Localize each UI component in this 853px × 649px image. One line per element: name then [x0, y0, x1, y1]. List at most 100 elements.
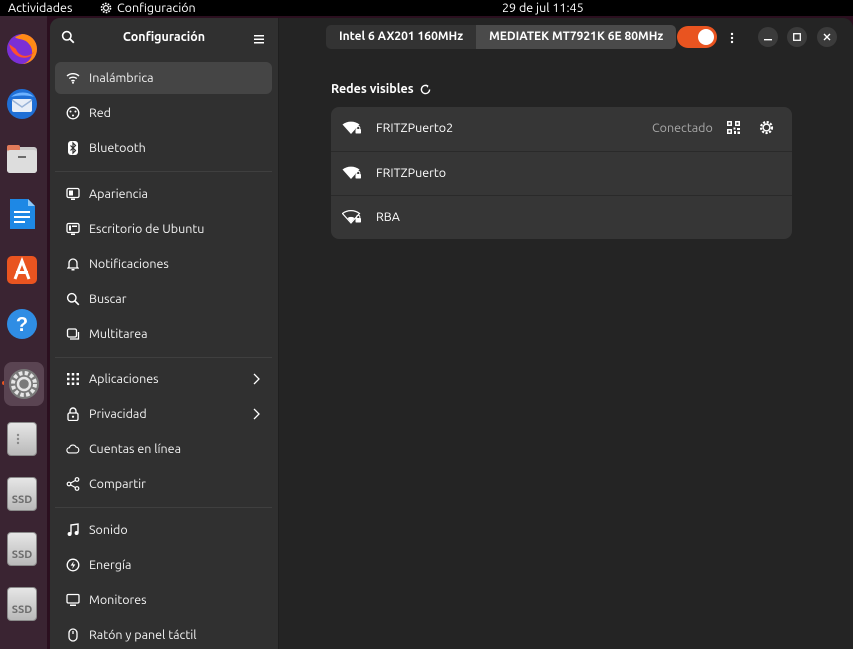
app-menu[interactable]: Configuración [100, 0, 196, 16]
sidebar-item-bluetooth[interactable]: Bluetooth [55, 132, 272, 164]
sidebar-item-label: Monitores [89, 593, 147, 607]
chevron-right-icon [253, 373, 260, 388]
wifi-toggle[interactable] [677, 26, 717, 48]
sidebar-item-label: Compartir [89, 477, 146, 491]
app-center-icon[interactable] [3, 250, 41, 288]
sidebar-item-label: Ratón y panel táctil [89, 628, 197, 642]
power-icon [66, 558, 80, 572]
sidebar-item-multitarea[interactable]: Multitarea [55, 318, 272, 350]
sidebar-item-label: Apariencia [89, 187, 148, 201]
sidebar-item-compartir[interactable]: Compartir [55, 468, 272, 500]
help-icon[interactable]: ? [3, 305, 41, 343]
ssd-disk-icon[interactable]: SSD [3, 475, 41, 513]
content-pane: Intel 6 AX201 160MHz MEDIATEK MT7921K 6E… [279, 18, 853, 649]
sidebar-item-buscar[interactable]: Buscar [55, 283, 272, 315]
more-options-icon[interactable] [730, 30, 734, 48]
sidebar-item-label: Escritorio de Ubuntu [89, 222, 205, 236]
music-note-icon [66, 523, 80, 537]
sidebar-item-label: Cuentas en línea [89, 442, 182, 456]
bluetooth-icon [66, 141, 80, 155]
sidebar-item-label: Aplicaciones [89, 372, 159, 386]
sidebar-item-red[interactable]: Red [55, 97, 272, 129]
close-icon [823, 33, 831, 41]
visible-networks-heading: Redes visibles [331, 82, 431, 96]
network-row[interactable]: FRITZPuerto [331, 152, 792, 196]
disk-icon[interactable] [3, 420, 41, 458]
firefox-icon[interactable] [3, 30, 41, 68]
sidebar-item-label: Red [89, 106, 111, 120]
ssd-disk-icon[interactable]: SSD [3, 585, 41, 623]
sidebar-item-label: Bluetooth [89, 141, 146, 155]
sidebar-item-privacidad[interactable]: Privacidad [55, 398, 272, 430]
gear-icon [100, 2, 112, 14]
maximize-icon [793, 33, 801, 41]
close-button[interactable] [817, 27, 837, 47]
qr-code-icon[interactable] [727, 121, 740, 137]
wifi-signal-secured-icon [342, 166, 362, 183]
activities-button[interactable]: Actividades [8, 0, 72, 16]
spinner-icon [420, 84, 430, 94]
toggle-knob [698, 29, 714, 45]
disk-label: SSD [7, 587, 37, 621]
search-icon [66, 292, 80, 306]
sidebar-item-raton-y-panel-tactil[interactable]: Ratón y panel táctil [55, 619, 272, 649]
sidebar-item-monitores[interactable]: Monitores [55, 584, 272, 616]
network-row[interactable]: RBA [331, 196, 792, 239]
files-icon[interactable] [3, 140, 41, 178]
network-name: FRITZPuerto [376, 166, 447, 180]
cloud-icon [66, 442, 80, 456]
sidebar-header: Configuración [50, 18, 278, 58]
disk-label: SSD [7, 477, 37, 511]
thunderbird-icon[interactable] [3, 85, 41, 123]
lock-icon [66, 407, 80, 421]
disk-label: SSD [7, 532, 37, 566]
gear-icon[interactable] [759, 120, 774, 138]
share-icon [66, 477, 80, 491]
desktop-icon [66, 222, 80, 236]
network-icon [66, 106, 80, 120]
clock[interactable]: 29 de jul 11:45 [502, 0, 584, 16]
sidebar-title: Configuración [122, 30, 206, 44]
wifi-signal-weak-secured-icon [341, 210, 362, 227]
bell-icon [66, 257, 80, 271]
tab-adapter-intel[interactable]: Intel 6 AX201 160MHz [326, 25, 477, 49]
writer-icon[interactable] [3, 195, 41, 233]
hamburger-menu-icon[interactable] [253, 31, 265, 49]
sidebar-item-cuentas-en-linea[interactable]: Cuentas en línea [55, 433, 272, 465]
app-menu-label: Configuración [117, 1, 196, 15]
svg-text:?: ? [16, 314, 28, 336]
sidebar-item-label: Multitarea [89, 327, 148, 341]
wifi-icon [66, 71, 80, 85]
network-row[interactable]: FRITZPuerto2 Conectado [331, 107, 792, 151]
sidebar-item-label: Buscar [89, 292, 127, 306]
sidebar-item-label: Notificaciones [89, 257, 169, 271]
network-name: RBA [376, 210, 400, 224]
mouse-icon [66, 628, 80, 642]
sidebar-item-notificaciones[interactable]: Notificaciones [55, 248, 272, 280]
top-bar: Actividades Configuración 29 de jul 11:4… [0, 0, 853, 16]
sidebar-item-apariencia[interactable]: Apariencia [55, 178, 272, 210]
sidebar-item-label: Inalámbrica [89, 71, 154, 85]
apps-grid-icon [66, 372, 80, 386]
maximize-button[interactable] [787, 27, 807, 47]
network-list: FRITZPuerto2 Conectado FRITZPuerto RBA [331, 107, 792, 239]
sidebar-item-energia[interactable]: Energía [55, 549, 272, 581]
sidebar-item-label: Sonido [89, 523, 128, 537]
sidebar: Configuración Inalámbrica Red Bluetooth [50, 18, 279, 649]
dock: ? SSD SSD SSD [0, 16, 47, 649]
sidebar-item-label: Energía [89, 558, 132, 572]
sidebar-item-sonido[interactable]: Sonido [55, 514, 272, 546]
minimize-button[interactable] [758, 27, 778, 47]
sidebar-item-escritorio-de-ubuntu[interactable]: Escritorio de Ubuntu [55, 213, 272, 245]
sidebar-item-aplicaciones[interactable]: Aplicaciones [55, 363, 272, 395]
chevron-right-icon [253, 408, 260, 423]
minimize-icon [764, 39, 772, 41]
sidebar-item-inalambrica[interactable]: Inalámbrica [55, 62, 272, 94]
tab-adapter-mediatek[interactable]: MEDIATEK MT7921K 6E 80MHz [476, 25, 677, 49]
sidebar-item-label: Privacidad [89, 407, 147, 421]
ssd-disk-icon[interactable]: SSD [3, 530, 41, 568]
adapter-switcher: Intel 6 AX201 160MHz MEDIATEK MT7921K 6E… [326, 25, 700, 49]
settings-icon[interactable] [4, 362, 44, 406]
network-name: FRITZPuerto2 [376, 121, 454, 135]
multitask-icon [66, 327, 80, 341]
